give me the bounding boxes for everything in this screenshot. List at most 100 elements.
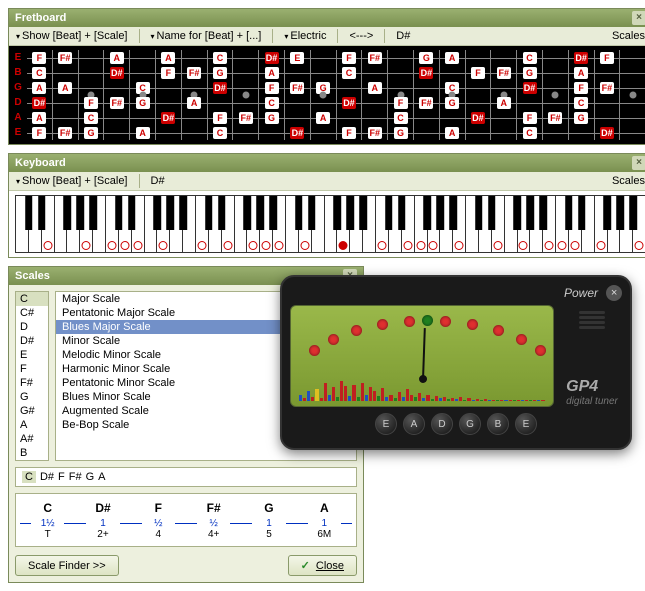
fret-note[interactable]: F# bbox=[58, 52, 72, 64]
white-key[interactable] bbox=[543, 196, 556, 252]
fret-note[interactable]: D# bbox=[32, 97, 46, 109]
view-mode-toggle[interactable]: <---> bbox=[346, 29, 376, 43]
white-key[interactable] bbox=[376, 196, 389, 252]
white-key[interactable] bbox=[286, 196, 299, 252]
white-key[interactable] bbox=[505, 196, 518, 252]
white-key[interactable] bbox=[222, 196, 235, 252]
white-key[interactable] bbox=[415, 196, 428, 252]
white-key[interactable] bbox=[466, 196, 479, 252]
fret-note[interactable]: C bbox=[574, 97, 588, 109]
root-option[interactable]: C bbox=[16, 292, 48, 306]
fret-note[interactable]: F bbox=[394, 97, 408, 109]
fret-note[interactable]: C bbox=[32, 67, 46, 79]
fret-note[interactable]: D# bbox=[290, 127, 304, 139]
white-key[interactable] bbox=[479, 196, 492, 252]
white-key[interactable] bbox=[389, 196, 402, 252]
fret-note[interactable]: C bbox=[523, 52, 537, 64]
root-option[interactable]: E bbox=[16, 348, 48, 362]
fret-note[interactable]: F# bbox=[290, 82, 304, 94]
white-key[interactable] bbox=[350, 196, 363, 252]
white-key[interactable] bbox=[556, 196, 569, 252]
root-option[interactable]: G# bbox=[16, 404, 48, 418]
close-icon[interactable]: × bbox=[632, 156, 645, 170]
white-key[interactable] bbox=[93, 196, 106, 252]
white-key[interactable] bbox=[106, 196, 119, 252]
white-key[interactable] bbox=[428, 196, 441, 252]
fret-note[interactable]: C bbox=[265, 97, 279, 109]
fret-note[interactable]: G bbox=[419, 52, 433, 64]
root-option[interactable]: B bbox=[16, 446, 48, 460]
show-dropdown[interactable]: ▾Show [Beat] + [Scale] bbox=[13, 174, 131, 188]
fret-note[interactable]: G bbox=[213, 67, 227, 79]
white-key[interactable] bbox=[145, 196, 158, 252]
fret-note[interactable]: F bbox=[342, 52, 356, 64]
fret-note[interactable]: A bbox=[497, 97, 511, 109]
fret-note[interactable]: A bbox=[32, 82, 46, 94]
fret-note[interactable]: E bbox=[290, 52, 304, 64]
fret-note[interactable]: F# bbox=[187, 67, 201, 79]
fret-note[interactable]: A bbox=[445, 52, 459, 64]
white-key[interactable] bbox=[119, 196, 132, 252]
fret-note[interactable]: C bbox=[394, 112, 408, 124]
scales-link[interactable]: Scales bbox=[609, 29, 645, 43]
fret-note[interactable]: A bbox=[574, 67, 588, 79]
scale-finder-button[interactable]: Scale Finder >> bbox=[15, 555, 119, 576]
white-key[interactable] bbox=[16, 196, 29, 252]
root-note-list[interactable]: CC#DD#EFF#GG#AA#B bbox=[15, 291, 49, 461]
fret-note[interactable]: F# bbox=[548, 112, 562, 124]
root-option[interactable]: G bbox=[16, 390, 48, 404]
fret-note[interactable]: G bbox=[523, 67, 537, 79]
fret-note[interactable]: F# bbox=[419, 97, 433, 109]
fret-note[interactable]: D# bbox=[471, 112, 485, 124]
fret-note[interactable]: D# bbox=[523, 82, 537, 94]
fret-note[interactable]: C bbox=[213, 127, 227, 139]
fret-note[interactable]: F# bbox=[58, 127, 72, 139]
fret-note[interactable]: F# bbox=[368, 127, 382, 139]
fret-note[interactable]: F bbox=[213, 112, 227, 124]
fret-note[interactable]: C bbox=[213, 52, 227, 64]
fret-note[interactable]: F bbox=[265, 82, 279, 94]
white-key[interactable] bbox=[157, 196, 170, 252]
fret-note[interactable]: A bbox=[265, 67, 279, 79]
fret-note[interactable]: C bbox=[342, 67, 356, 79]
white-key[interactable] bbox=[453, 196, 466, 252]
root-option[interactable]: A bbox=[16, 418, 48, 432]
fret-note[interactable]: A bbox=[187, 97, 201, 109]
white-key[interactable] bbox=[260, 196, 273, 252]
close-icon[interactable]: × bbox=[606, 285, 622, 301]
fret-note[interactable]: F bbox=[32, 52, 46, 64]
fret-note[interactable]: D# bbox=[265, 52, 279, 64]
close-button[interactable]: ✓Close bbox=[288, 555, 357, 576]
tuner-string-button[interactable]: A bbox=[403, 413, 425, 435]
fret-note[interactable]: F# bbox=[110, 97, 124, 109]
root-option[interactable]: F bbox=[16, 362, 48, 376]
white-key[interactable] bbox=[363, 196, 376, 252]
white-key[interactable] bbox=[183, 196, 196, 252]
fret-note[interactable]: D# bbox=[161, 112, 175, 124]
fret-note[interactable]: F bbox=[32, 127, 46, 139]
white-key[interactable] bbox=[569, 196, 582, 252]
fret-note[interactable]: D# bbox=[419, 67, 433, 79]
fret-note[interactable]: A bbox=[110, 52, 124, 64]
fret-note[interactable]: A bbox=[136, 127, 150, 139]
fret-note[interactable]: D# bbox=[600, 127, 614, 139]
fret-note[interactable]: F bbox=[600, 52, 614, 64]
fret-note[interactable]: F bbox=[161, 67, 175, 79]
white-key[interactable] bbox=[312, 196, 325, 252]
fret-note[interactable]: F bbox=[471, 67, 485, 79]
fret-note[interactable]: A bbox=[445, 127, 459, 139]
tuner-string-button[interactable]: E bbox=[515, 413, 537, 435]
root-option[interactable]: C# bbox=[16, 306, 48, 320]
fret-note[interactable]: A bbox=[32, 112, 46, 124]
fret-note[interactable]: G bbox=[445, 97, 459, 109]
white-key[interactable] bbox=[518, 196, 531, 252]
white-key[interactable] bbox=[170, 196, 183, 252]
white-key[interactable] bbox=[209, 196, 222, 252]
fret-note[interactable]: G bbox=[394, 127, 408, 139]
fret-note[interactable]: F# bbox=[239, 112, 253, 124]
tuner-string-button[interactable]: E bbox=[375, 413, 397, 435]
white-key[interactable] bbox=[530, 196, 543, 252]
root-option[interactable]: A# bbox=[16, 432, 48, 446]
fret-note[interactable]: G bbox=[136, 97, 150, 109]
white-key[interactable] bbox=[299, 196, 312, 252]
